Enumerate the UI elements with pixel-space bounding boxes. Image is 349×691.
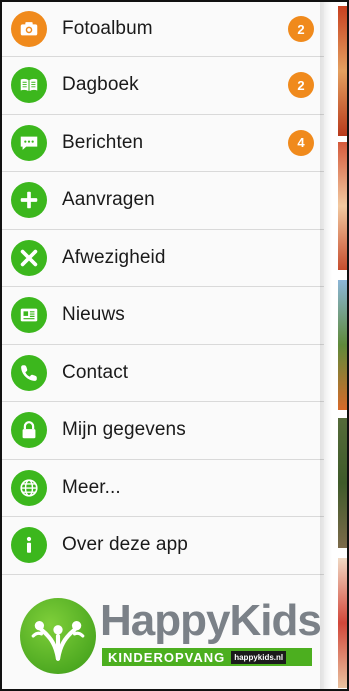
logo-title: HappyKids — [100, 596, 322, 645]
background-photo — [338, 142, 347, 270]
menu-item-dagboek[interactable]: Dagboek 2 — [2, 57, 324, 115]
logo-banner: KINDEROPVANG happykids.nl — [102, 648, 312, 666]
menu-item-label: Nieuws — [62, 304, 125, 326]
globe-icon — [11, 469, 47, 506]
logo-url: happykids.nl — [231, 650, 287, 664]
logo-subtitle: KINDEROPVANG — [108, 649, 226, 665]
drawer-shadow — [320, 2, 332, 689]
plus-icon — [11, 182, 47, 219]
background-photo — [338, 6, 347, 136]
menu-item-label: Aanvragen — [62, 189, 155, 211]
message-icon — [11, 124, 47, 161]
menu-item-label: Berichten — [62, 131, 144, 153]
phone-icon — [11, 354, 47, 391]
info-icon — [11, 527, 47, 564]
notification-badge: 2 — [288, 16, 314, 42]
side-drawer: Fotoalbum 2 Dagboek 2 Berichten 4 Aanvra… — [2, 2, 324, 689]
lock-icon — [11, 412, 47, 449]
camera-icon — [11, 11, 47, 47]
notification-badge: 4 — [288, 129, 314, 156]
menu-item-fotoalbum[interactable]: Fotoalbum 2 — [2, 2, 324, 57]
background-photo-strip — [332, 2, 347, 689]
book-icon — [11, 67, 47, 104]
menu-item-label: Mijn gegevens — [62, 419, 186, 441]
app-screen: Fotoalbum 2 Dagboek 2 Berichten 4 Aanvra… — [0, 0, 349, 691]
happykids-logo: HappyKids KINDEROPVANG happykids.nl — [16, 596, 322, 676]
menu-item-aanvragen[interactable]: Aanvragen — [2, 172, 324, 230]
menu-item-label: Afwezigheid — [62, 246, 166, 268]
background-photo — [338, 558, 347, 688]
menu-item-over-deze-app[interactable]: Over deze app — [2, 517, 324, 575]
notification-badge: 2 — [288, 72, 314, 99]
newspaper-icon — [11, 297, 47, 334]
logo-emblem-icon — [20, 598, 96, 674]
menu-item-meer[interactable]: Meer... — [2, 459, 324, 517]
menu-item-label: Dagboek — [62, 74, 139, 96]
menu-item-contact[interactable]: Contact — [2, 344, 324, 402]
menu-item-label: Fotoalbum — [62, 18, 153, 39]
menu-item-mijn-gegevens[interactable]: Mijn gegevens — [2, 402, 324, 460]
close-x-icon — [11, 239, 47, 276]
menu-item-label: Over deze app — [62, 534, 188, 556]
menu-list: Fotoalbum 2 Dagboek 2 Berichten 4 Aanvra… — [2, 2, 324, 575]
menu-item-label: Meer... — [62, 476, 121, 498]
menu-item-berichten[interactable]: Berichten 4 — [2, 114, 324, 172]
menu-item-nieuws[interactable]: Nieuws — [2, 287, 324, 345]
background-photo — [338, 418, 347, 548]
background-photo — [338, 280, 347, 410]
menu-item-afwezigheid[interactable]: Afwezigheid — [2, 229, 324, 287]
menu-item-label: Contact — [62, 361, 129, 383]
